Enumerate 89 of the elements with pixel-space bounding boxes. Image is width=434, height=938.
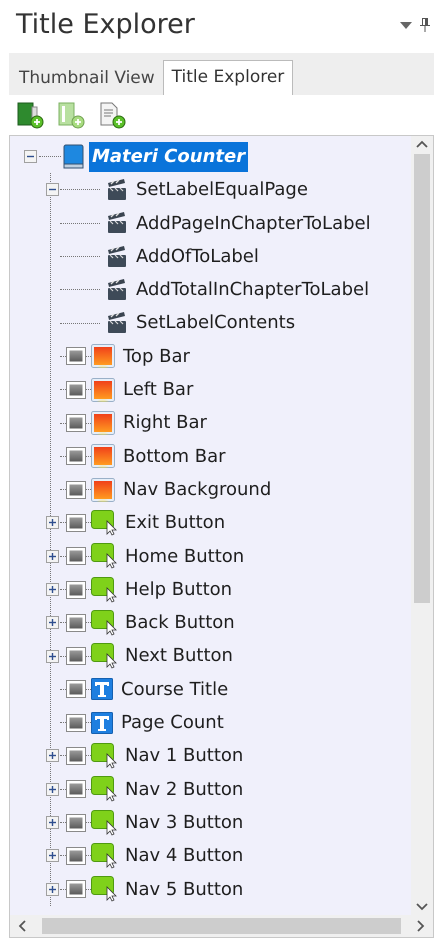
button-cursor-icon bbox=[91, 510, 117, 536]
scroll-right-icon[interactable] bbox=[417, 920, 425, 932]
add-page-icon[interactable] bbox=[99, 102, 126, 128]
pin-icon[interactable] bbox=[420, 18, 430, 32]
tree-item-label[interactable]: AddPageInChapterToLabel bbox=[136, 206, 371, 240]
scroll-up-icon[interactable] bbox=[416, 140, 428, 148]
expand-icon[interactable] bbox=[46, 583, 58, 596]
tree-item-label[interactable]: Next Button bbox=[125, 639, 233, 673]
tab[interactable]: Title Explorer bbox=[162, 60, 294, 95]
expand-icon[interactable] bbox=[46, 849, 58, 862]
button-cursor-icon bbox=[91, 543, 117, 570]
text-t-icon bbox=[91, 678, 113, 700]
collapse-icon[interactable] bbox=[46, 183, 58, 196]
vertical-scrollbar[interactable] bbox=[411, 136, 433, 915]
button-cursor-icon bbox=[91, 610, 117, 636]
visibility-box-icon[interactable] bbox=[66, 780, 86, 798]
tree-item-label[interactable]: Left Bar bbox=[123, 373, 194, 406]
button-cursor-icon bbox=[91, 810, 117, 836]
tree-item-label[interactable]: Bottom Bar bbox=[123, 440, 226, 473]
add-chapter-icon[interactable] bbox=[58, 102, 85, 128]
expand-icon[interactable] bbox=[46, 650, 58, 663]
button-cursor-icon bbox=[91, 643, 117, 670]
horizontal-scrollbar[interactable] bbox=[10, 915, 433, 937]
tree-item-label[interactable]: Nav 5 Button bbox=[125, 872, 244, 906]
visibility-box-icon[interactable] bbox=[66, 514, 86, 532]
tree-item-label[interactable]: Page Count bbox=[121, 706, 224, 740]
tree-item-label[interactable]: Nav Background bbox=[123, 472, 272, 506]
text-t-icon bbox=[91, 712, 113, 734]
scroll-down-icon[interactable] bbox=[416, 903, 428, 911]
image-icon bbox=[91, 378, 115, 402]
expand-icon[interactable] bbox=[46, 816, 58, 830]
tree-item-label[interactable]: Exit Button bbox=[125, 506, 226, 540]
scroll-left-icon[interactable] bbox=[18, 920, 26, 932]
visibility-box-icon[interactable] bbox=[66, 480, 86, 499]
visibility-box-icon[interactable] bbox=[66, 680, 86, 698]
image-icon bbox=[91, 344, 115, 368]
panel-title: Title Explorer bbox=[16, 8, 195, 42]
button-cursor-icon bbox=[91, 842, 117, 869]
dropdown-arrow-icon[interactable] bbox=[400, 22, 412, 28]
image-icon bbox=[91, 444, 115, 468]
clapperboard-icon bbox=[106, 178, 128, 201]
visibility-box-icon[interactable] bbox=[66, 846, 86, 865]
expand-icon[interactable] bbox=[46, 550, 58, 563]
visibility-box-icon[interactable] bbox=[66, 414, 86, 432]
clapperboard-icon bbox=[106, 246, 128, 268]
tree-item-label[interactable]: Home Button bbox=[125, 540, 244, 573]
image-icon bbox=[91, 411, 115, 436]
expand-icon[interactable] bbox=[46, 749, 58, 762]
tree-item-label[interactable]: SetLabelContents bbox=[136, 306, 296, 340]
tab[interactable]: Thumbnail View bbox=[11, 62, 163, 95]
visibility-box-icon[interactable] bbox=[66, 880, 86, 898]
visibility-box-icon[interactable] bbox=[66, 614, 86, 632]
visibility-box-icon[interactable] bbox=[66, 746, 86, 765]
image-icon bbox=[91, 478, 115, 502]
clapperboard-icon bbox=[106, 312, 128, 334]
tree-item-label[interactable]: Nav 4 Button bbox=[125, 839, 244, 873]
tree-item-label[interactable]: Back Button bbox=[125, 606, 235, 640]
visibility-box-icon[interactable] bbox=[66, 647, 86, 666]
visibility-box-icon[interactable] bbox=[66, 547, 86, 566]
visibility-box-icon[interactable] bbox=[66, 347, 86, 366]
button-cursor-icon bbox=[91, 576, 117, 602]
expand-icon[interactable] bbox=[46, 882, 58, 896]
tree-item-label[interactable]: SetLabelEqualPage bbox=[136, 173, 308, 207]
tree-item-label[interactable]: AddTotalInChapterToLabel bbox=[136, 273, 370, 306]
tree-item-label[interactable]: Nav 1 Button bbox=[125, 739, 244, 773]
visibility-box-icon[interactable] bbox=[66, 714, 86, 732]
expand-icon[interactable] bbox=[46, 516, 58, 530]
tree-item-label[interactable]: Help Button bbox=[125, 572, 232, 606]
visibility-box-icon[interactable] bbox=[66, 447, 86, 466]
collapse-icon[interactable] bbox=[24, 150, 37, 164]
tree-item-label[interactable]: Course Title bbox=[121, 672, 228, 706]
add-book-icon[interactable] bbox=[17, 102, 44, 128]
tree-root-label[interactable]: Materi Counter bbox=[89, 142, 248, 172]
clapperboard-icon bbox=[106, 212, 128, 234]
button-cursor-icon bbox=[91, 776, 117, 802]
button-cursor-icon bbox=[91, 876, 117, 902]
tree-item-label[interactable]: Nav 2 Button bbox=[125, 772, 244, 806]
expand-icon[interactable] bbox=[46, 782, 58, 796]
expand-icon[interactable] bbox=[46, 616, 58, 630]
tree-item-label[interactable]: AddOfToLabel bbox=[136, 240, 259, 274]
button-cursor-icon bbox=[91, 742, 117, 769]
book-icon bbox=[63, 144, 85, 170]
tree-item-label[interactable]: Top Bar bbox=[123, 340, 190, 374]
visibility-box-icon[interactable] bbox=[66, 580, 86, 598]
tree-item-label[interactable]: Nav 3 Button bbox=[125, 806, 244, 840]
visibility-box-icon[interactable] bbox=[66, 380, 86, 399]
visibility-box-icon[interactable] bbox=[66, 814, 86, 832]
clapperboard-icon bbox=[106, 278, 128, 301]
tree-item-label[interactable]: Right Bar bbox=[123, 406, 207, 440]
